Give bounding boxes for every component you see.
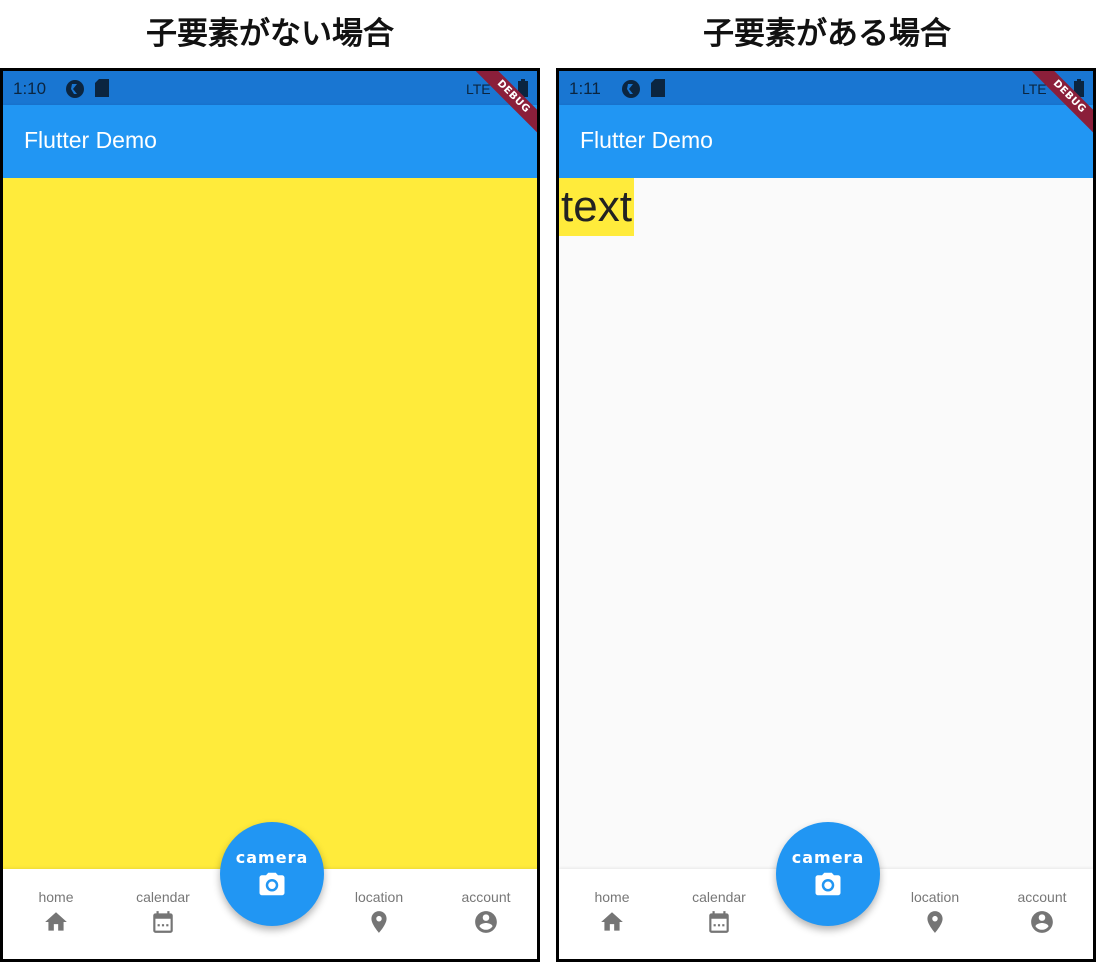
yellow-container [3, 178, 537, 869]
app-bar: Flutter Demo [559, 105, 1093, 178]
nav-item-home[interactable]: home [11, 889, 101, 935]
camera-icon [815, 872, 841, 896]
yellow-text-container: text [559, 178, 634, 236]
account-icon [475, 911, 497, 933]
nav-label-account: account [461, 889, 511, 905]
nav-label-account: account [1017, 889, 1067, 905]
location-icon [371, 911, 387, 933]
nav-label-calendar: calendar [692, 889, 746, 905]
flutter-notification-icon [65, 79, 85, 104]
status-bar: 1:10 LTE [3, 71, 537, 105]
calendar-icon [709, 911, 729, 933]
location-icon [927, 911, 943, 933]
caption-left: 子要素がない場合 [146, 16, 394, 52]
status-time: 1:11 [569, 79, 601, 98]
nav-item-calendar[interactable]: calendar [674, 889, 764, 935]
home-icon [45, 912, 67, 931]
status-time: 1:10 [13, 79, 47, 98]
camera-fab[interactable]: camera [220, 822, 324, 926]
appbar-title: Flutter Demo [24, 127, 157, 153]
nav-label-location: location [910, 889, 960, 905]
calendar-icon [153, 911, 173, 933]
fab-label: camera [791, 848, 865, 867]
nav-label-home: home [38, 889, 74, 905]
flutter-notification-icon [621, 79, 641, 104]
appbar-title: Flutter Demo [580, 127, 713, 153]
nav-item-location[interactable]: location [334, 889, 424, 935]
caption-right: 子要素がある場合 [703, 16, 951, 52]
phone-screen-right: 1:11 LTE Flutter Demo DEBUG text home ca… [556, 68, 1096, 962]
fab-label: camera [235, 848, 309, 867]
account-icon [1031, 911, 1053, 933]
nav-label-calendar: calendar [136, 889, 190, 905]
nav-item-account[interactable]: account [441, 889, 531, 935]
scaffold-body [559, 178, 1093, 869]
nav-item-location[interactable]: location [890, 889, 980, 935]
nav-item-account[interactable]: account [997, 889, 1087, 935]
camera-fab[interactable]: camera [776, 822, 880, 926]
status-network: LTE [1022, 81, 1047, 97]
phone-screen-left: 1:10 LTE Flutter Demo DEBUG home calenda… [0, 68, 540, 962]
status-bar: 1:11 LTE [559, 71, 1093, 105]
app-bar: Flutter Demo [3, 105, 537, 178]
nav-label-home: home [594, 889, 630, 905]
sd-card-icon [95, 79, 111, 102]
home-icon [601, 912, 623, 931]
nav-item-home[interactable]: home [567, 889, 657, 935]
nav-item-calendar[interactable]: calendar [118, 889, 208, 935]
nav-label-location: location [354, 889, 404, 905]
sd-card-icon [651, 79, 667, 102]
camera-icon [259, 872, 285, 896]
status-network: LTE [466, 81, 491, 97]
